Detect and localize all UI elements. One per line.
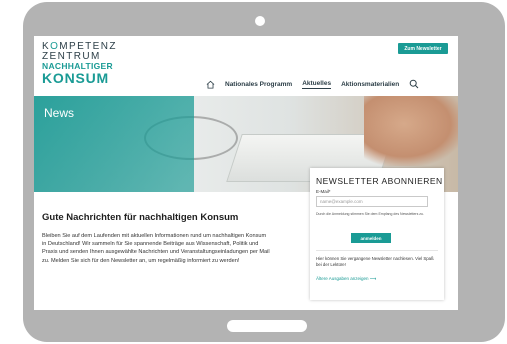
main-nav: Nationales Programm Aktuelles Aktionsmat…: [206, 78, 419, 90]
nav-item-aktionsmaterialien[interactable]: Aktionsmaterialien: [341, 81, 399, 88]
intro-text: Bleiben Sie auf dem Laufenden mit aktuel…: [42, 233, 270, 264]
nav-item-nationales-programm[interactable]: Nationales Programm: [225, 81, 292, 88]
logo-line-4: KONSUM: [42, 69, 110, 86]
website-screen: KOMPETENZ ZENTRUM NACHHALTIGER KONSUM Zu…: [34, 36, 458, 310]
zum-newsletter-button[interactable]: Zum Newsletter: [398, 43, 448, 54]
search-icon[interactable]: [409, 79, 419, 89]
nav-item-aktuelles[interactable]: Aktuelles: [302, 80, 332, 89]
camera-dot: [255, 16, 265, 26]
email-field[interactable]: name@example.com: [316, 196, 428, 207]
archive-info-text: Hier können Sie vergangene Newsletter na…: [316, 256, 434, 267]
home-icon[interactable]: [206, 80, 215, 89]
site-logo[interactable]: KOMPETENZ ZENTRUM NACHHALTIGER KONSUM: [42, 42, 117, 85]
newsletter-box: NEWSLETTER ABONNIEREN E-Mail* name@examp…: [310, 168, 444, 300]
hero-news-label: News: [44, 106, 75, 120]
newsletter-divider: [316, 250, 438, 251]
subscribe-button[interactable]: anmelden: [351, 233, 391, 243]
tablet-home-button: [227, 320, 307, 332]
consent-text: Durch die Anmeldung stimmen Sie dem Empf…: [316, 212, 424, 216]
archive-link[interactable]: Ältere Ausgaben anzeigen ⟶: [316, 276, 376, 282]
hero-hand-image: [364, 96, 458, 166]
email-label: E-Mail*: [316, 189, 331, 194]
page-title: Gute Nachrichten für nachhaltigen Konsum: [42, 212, 239, 223]
newsletter-title: NEWSLETTER ABONNIEREN: [316, 176, 443, 186]
